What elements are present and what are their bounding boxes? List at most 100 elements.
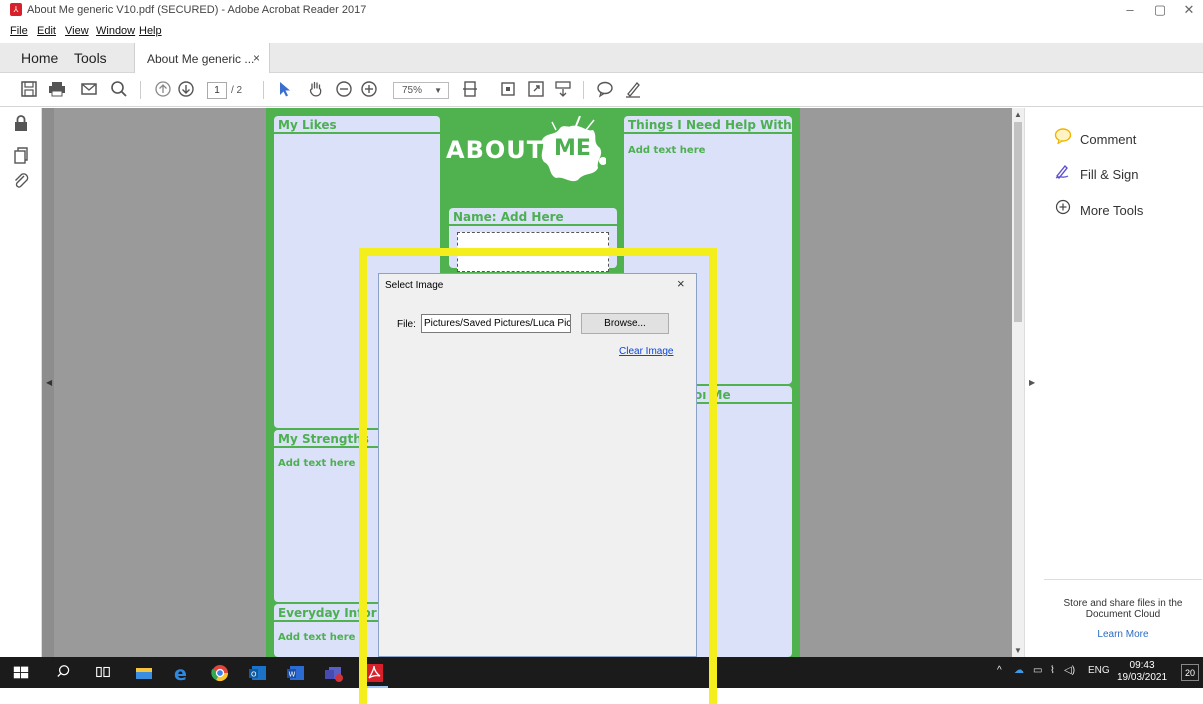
need-help-text: Add text here xyxy=(628,145,706,156)
outlook-icon[interactable]: O xyxy=(248,663,268,683)
page-number-input[interactable]: 1 xyxy=(207,82,227,99)
need-help-heading: Things I Need Help With xyxy=(624,116,792,134)
highlight-pen-icon[interactable] xyxy=(622,79,644,101)
zoom-in-icon[interactable] xyxy=(358,79,380,101)
chevron-left-icon[interactable]: ◀ xyxy=(46,378,52,387)
language-indicator[interactable]: ENG xyxy=(1088,665,1110,676)
battery-icon[interactable]: ▭ xyxy=(1033,665,1042,676)
notification-count: 20 xyxy=(1184,668,1195,678)
search-icon[interactable] xyxy=(108,79,130,101)
clear-image-link[interactable]: Clear Image xyxy=(619,346,673,357)
task-view-icon[interactable] xyxy=(94,663,114,683)
more-tools[interactable]: More Tools xyxy=(1054,199,1143,218)
comment-tool[interactable]: Comment xyxy=(1054,128,1136,147)
clock-time: 09:43 xyxy=(1129,660,1155,671)
cloud-promo-line2: Document Cloud xyxy=(1085,609,1161,620)
keyboard-scroll-icon[interactable] xyxy=(552,79,574,101)
tab-bar: Home Tools About Me generic ... × xyxy=(0,43,1203,73)
everyday-info-text: Add text here xyxy=(278,632,356,643)
fill-sign-tool[interactable]: Fill & Sign xyxy=(1054,163,1139,182)
plus-circle-icon xyxy=(1054,199,1072,218)
menu-bar: File Edit View Window Help xyxy=(0,20,1203,42)
vertical-scrollbar[interactable]: ▲ ▼ xyxy=(1012,108,1024,657)
scroll-up-icon[interactable]: ▲ xyxy=(1014,110,1022,119)
right-pane-collapse-bar[interactable]: ▶ xyxy=(1024,108,1040,657)
edge-browser-icon[interactable]: e xyxy=(172,663,192,685)
chevron-up-icon[interactable]: ^ xyxy=(997,665,1002,676)
browse-button[interactable]: Browse... xyxy=(581,313,669,334)
onedrive-icon[interactable]: ☁ xyxy=(1014,665,1024,676)
title-bar: ⅄ About Me generic V10.pdf (SECURED) - A… xyxy=(0,0,1203,20)
zoom-select[interactable]: 75% ▼ xyxy=(393,82,449,99)
fit-page-icon[interactable] xyxy=(459,79,481,101)
learn-more-link[interactable]: Learn More xyxy=(1044,629,1202,640)
toolbar: 1 / 2 75% ▼ xyxy=(0,73,1203,107)
menu-window[interactable]: Window xyxy=(96,25,135,37)
highlight-frame-right xyxy=(709,248,717,704)
fill-sign-label: Fill & Sign xyxy=(1080,167,1139,182)
page-up-icon[interactable] xyxy=(152,79,174,101)
comment-icon[interactable] xyxy=(594,79,616,101)
minimize-button[interactable]: – xyxy=(1118,2,1142,17)
tab-document-label: About Me generic ... xyxy=(147,52,255,66)
page-down-icon[interactable] xyxy=(175,79,197,101)
scroll-down-icon[interactable]: ▼ xyxy=(1014,646,1022,655)
cloud-promo-line1: Store and share files in the xyxy=(1063,598,1183,609)
document-cloud-promo: Store and share files in the Document Cl… xyxy=(1044,579,1202,640)
save-icon[interactable] xyxy=(18,79,40,101)
file-path-input[interactable]: Pictures/Saved Pictures/Luca Pic.jpg xyxy=(421,314,571,333)
fit-width-icon[interactable] xyxy=(497,79,519,101)
comment-label: Comment xyxy=(1080,132,1137,147)
tab-home[interactable]: Home xyxy=(21,50,58,66)
system-clock[interactable]: 09:43 19/03/2021 xyxy=(1117,660,1167,684)
menu-view[interactable]: View xyxy=(65,25,89,37)
select-pointer-icon[interactable] xyxy=(274,79,296,101)
teams-icon[interactable] xyxy=(324,663,344,683)
hand-tool-icon[interactable] xyxy=(305,79,327,101)
chevron-right-icon[interactable]: ▶ xyxy=(1029,378,1035,387)
chrome-icon[interactable] xyxy=(210,663,230,683)
attachment-icon[interactable] xyxy=(12,172,30,190)
name-heading: Name: Add Here xyxy=(449,208,617,226)
zoom-value: 75% xyxy=(402,85,423,96)
restore-button[interactable]: ▢ xyxy=(1148,2,1172,18)
lock-icon[interactable] xyxy=(12,114,30,132)
full-screen-icon[interactable] xyxy=(525,79,547,101)
dialog-title: Select Image xyxy=(385,280,444,291)
tab-tools[interactable]: Tools xyxy=(74,50,107,66)
chevron-down-icon: ▼ xyxy=(434,86,442,95)
pages-icon[interactable] xyxy=(12,146,30,164)
taskbar-search-icon[interactable] xyxy=(56,663,76,683)
word-icon[interactable]: W xyxy=(286,663,306,683)
window-title: About Me generic V10.pdf (SECURED) - Ado… xyxy=(27,4,367,16)
file-explorer-icon[interactable] xyxy=(134,663,154,683)
email-icon[interactable] xyxy=(78,79,100,101)
tab-document[interactable]: About Me generic ... × xyxy=(134,43,270,73)
svg-text:W: W xyxy=(289,671,296,679)
volume-icon[interactable]: ◁) xyxy=(1064,665,1075,676)
menu-edit[interactable]: Edit xyxy=(37,25,56,37)
select-image-dialog: Select Image × File: Pictures/Saved Pict… xyxy=(378,273,697,657)
scroll-thumb[interactable] xyxy=(1014,122,1022,322)
toolbar-separator xyxy=(583,81,584,99)
dialog-close-icon[interactable]: × xyxy=(677,276,685,291)
network-icon[interactable]: ⌇ xyxy=(1050,665,1055,676)
windows-taskbar: e O W ^ ☁ ▭ ⌇ ◁) ENG 09:43 19/03/2021 20 xyxy=(0,657,1203,688)
name-box[interactable]: Name: Add Here xyxy=(449,208,617,272)
about-heading: ABOUT xyxy=(446,136,545,164)
comment-icon xyxy=(1054,128,1072,147)
right-tools-panel: Comment Fill & Sign More Tools Store and… xyxy=(1040,108,1203,657)
print-icon[interactable] xyxy=(46,79,68,101)
menu-file[interactable]: File xyxy=(10,25,28,37)
clock-date: 19/03/2021 xyxy=(1117,672,1168,683)
menu-help[interactable]: Help xyxy=(139,25,162,37)
my-strengths-text: Add text here xyxy=(278,458,356,469)
notification-icon[interactable]: 20 xyxy=(1181,664,1199,681)
zoom-out-icon[interactable] xyxy=(333,79,355,101)
file-label: File: xyxy=(397,319,416,330)
tab-close-icon[interactable]: × xyxy=(253,51,260,65)
acrobat-taskbar-icon[interactable] xyxy=(364,663,384,683)
windows-start-icon[interactable] xyxy=(12,663,32,683)
page-total: / 2 xyxy=(231,85,243,96)
close-button[interactable]: ✕ xyxy=(1177,2,1201,18)
